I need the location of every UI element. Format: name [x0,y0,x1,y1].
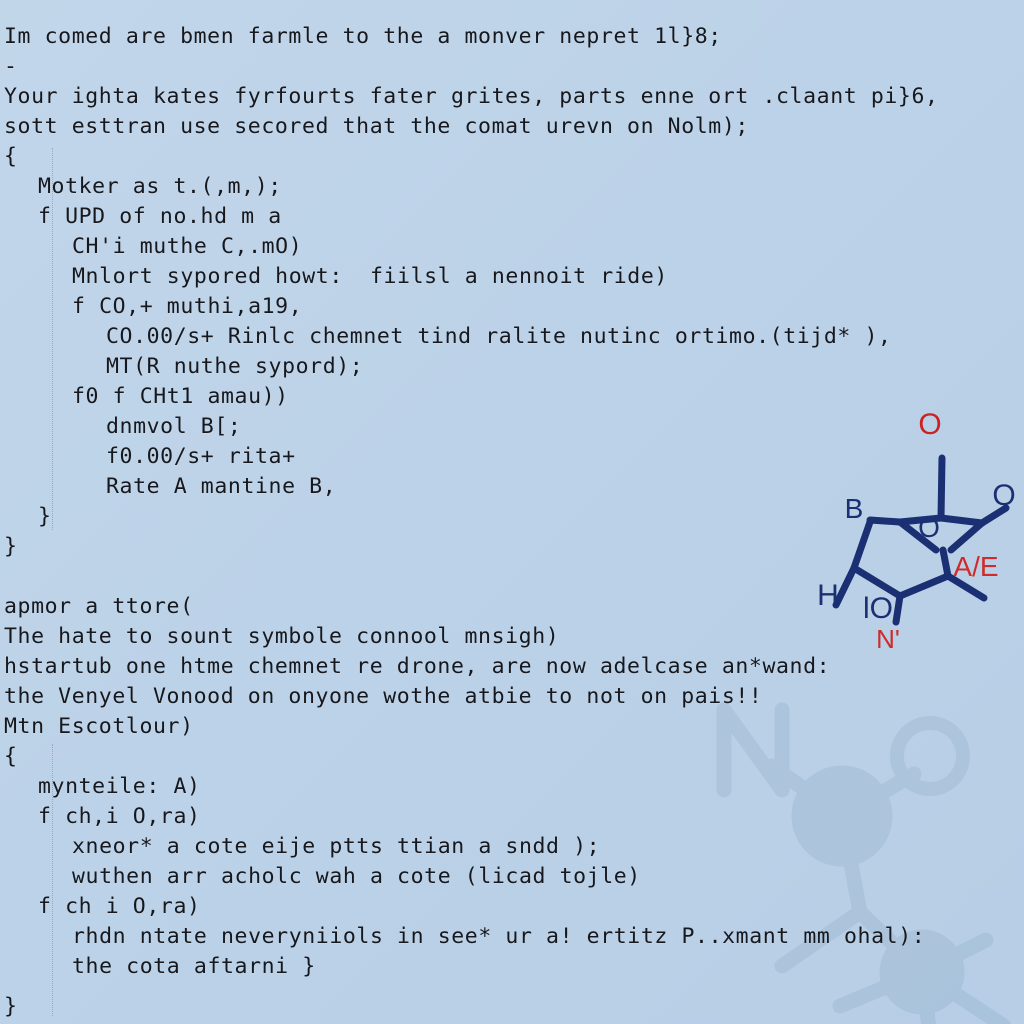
code-line[interactable]: CO.00/s+ Rinlc chemnet tind ralite nutin… [106,322,892,352]
code-line[interactable]: Your ighta kates fyrfourts fater grites,… [4,82,939,112]
code-line[interactable]: } [38,502,52,532]
code-line[interactable]: Mtn Escotlour) [4,712,194,742]
code-line[interactable]: dnmvol B[; [106,412,241,442]
code-line[interactable]: rhdn ntate neveryniiols in see* ur a! er… [72,922,925,952]
code-line[interactable]: f UPD of no.hd m a [38,202,282,232]
code-line[interactable]: xneor* a cote eije ptts ttian a sndd ); [72,832,600,862]
code-line[interactable]: f CO,+ muthi,a19, [72,292,302,322]
code-line[interactable]: f0.00/s+ rita+ [106,442,296,472]
code-line[interactable]: the cota aftarni } [72,952,316,982]
screenshot-canvas: NO Im comed are bmen farmle to the a mon… [0,0,1024,1024]
code-line[interactable]: - [4,52,18,82]
code-line[interactable]: } [4,532,18,562]
code-line[interactable]: Motker as t.(,m,); [38,172,282,202]
code-line[interactable]: the Venyel Vonood on onyone wothe atbie … [4,682,762,712]
code-line[interactable]: Rate A mantine B, [106,472,336,502]
code-text-area[interactable]: Im comed are bmen farmle to the a monver… [0,0,1024,1024]
code-line[interactable]: apmor a ttore( [4,592,194,622]
code-line[interactable]: { [4,142,18,172]
code-line[interactable]: f ch i O,ra) [38,892,201,922]
code-line[interactable]: f ch,i O,ra) [38,802,201,832]
code-line[interactable]: MT(R nuthe sypord); [106,352,363,382]
code-line[interactable]: } [4,992,18,1022]
code-line[interactable]: mynteile: A) [38,772,201,802]
code-line[interactable]: f0 f CHt1 amau)) [72,382,289,412]
code-line[interactable]: CH'i muthe C,.mO) [72,232,302,262]
code-line[interactable]: Mnlort sypored howt: fiilsl a nennoit ri… [72,262,668,292]
code-line[interactable]: The hate to sount symbole connool mnsigh… [4,622,559,652]
code-line[interactable]: hstartub one htme chemnet re drone, are … [4,652,830,682]
code-line[interactable]: Im comed are bmen farmle to the a monver… [4,22,722,52]
code-line[interactable]: { [4,742,18,772]
code-line[interactable]: wuthen arr acholc wah a cote (licad tojl… [72,862,641,892]
code-line[interactable]: sott esttran use secored that the comat … [4,112,749,142]
